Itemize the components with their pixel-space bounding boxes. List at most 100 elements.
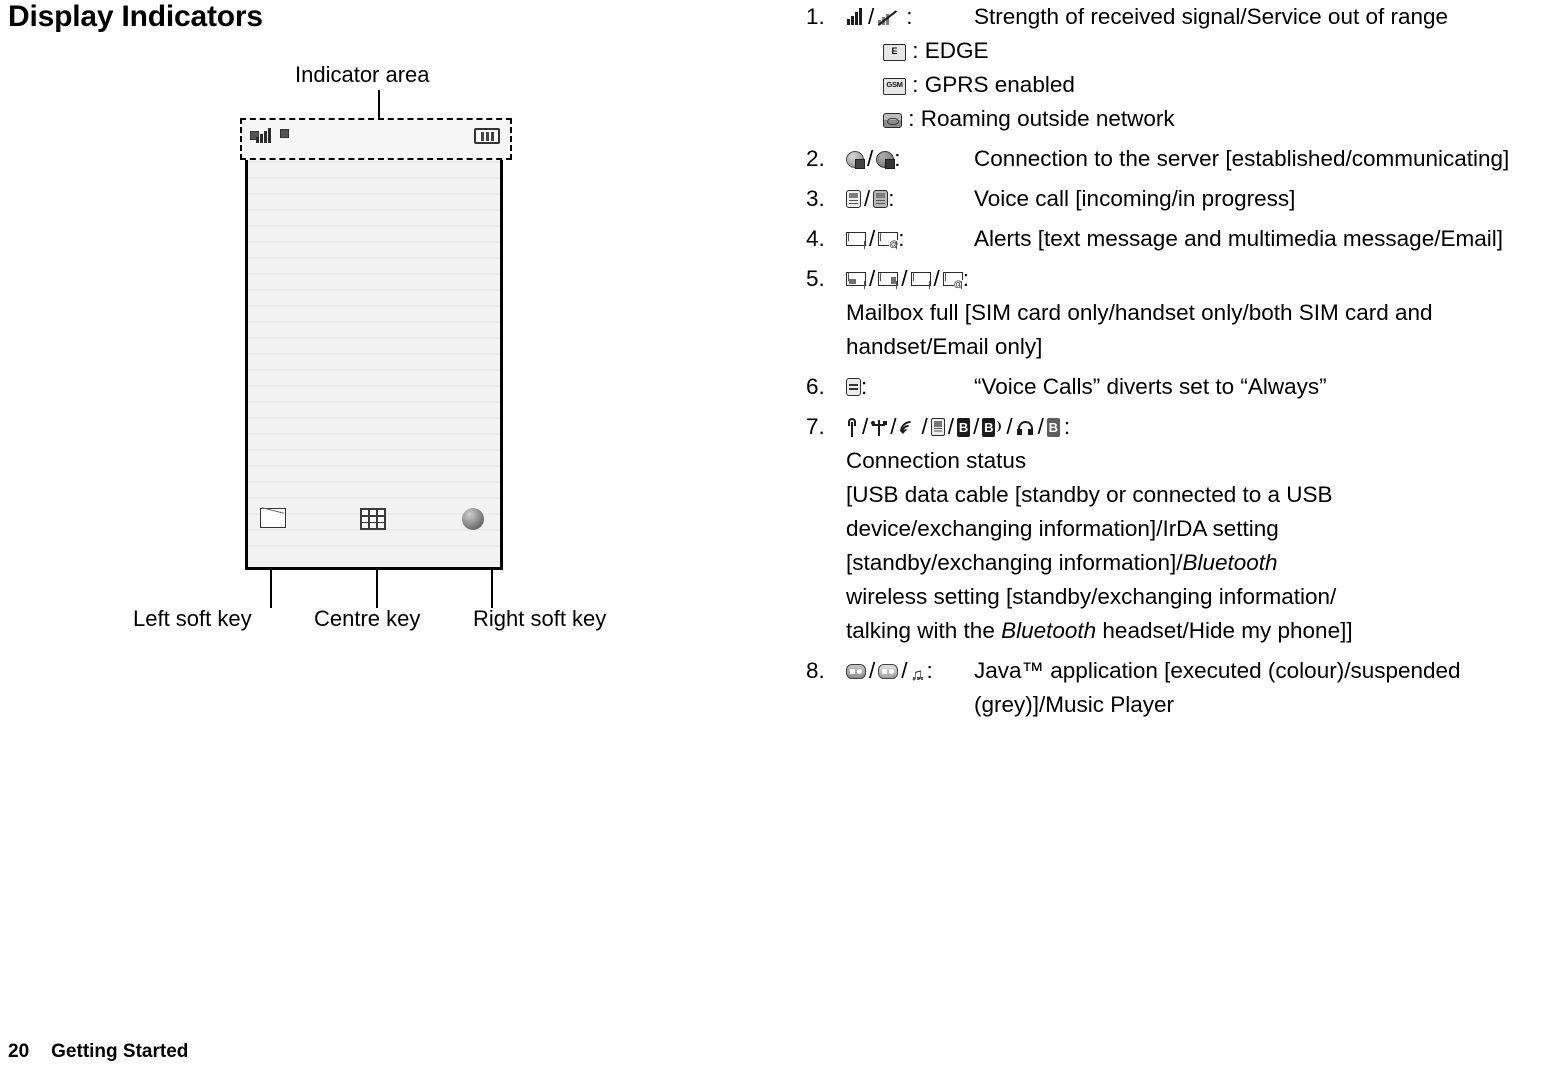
item-colon: : [926, 658, 933, 683]
item-glyphs: / : [846, 222, 974, 256]
item-description: Strength of received signal/Service out … [974, 4, 1449, 29]
glyph-separator: / [947, 414, 955, 439]
signal-strength-icon [256, 128, 271, 143]
desc-line: Connection status [846, 448, 1027, 473]
battery-icon [474, 128, 500, 144]
item-description: Java™ application [executed (colour)/sus… [974, 658, 1461, 717]
glyph-separator: / [867, 146, 874, 171]
glyph-separator: / [901, 266, 908, 291]
out-of-range-icon [877, 8, 896, 27]
item-glyphs: / / : [846, 654, 974, 692]
item-description: Alerts [text message and multimedia mess… [974, 226, 1503, 251]
roaming-icon [883, 112, 902, 128]
sub-item-roaming: : Roaming outside network [806, 102, 1554, 136]
grid-menu-icon [360, 508, 386, 530]
voice-call-incoming-icon [846, 190, 861, 208]
sub-item-label: : GPRS enabled [912, 72, 1075, 97]
desc-line: [USB data cable [standby or connected to… [846, 482, 1333, 507]
item-number: 3. [806, 186, 825, 211]
glyph-separator: / [1006, 414, 1013, 439]
glyph-separator: / [862, 414, 869, 439]
item-number: 1. [806, 4, 825, 29]
sub-item-label: : EDGE [912, 38, 989, 63]
item-number: 5. [806, 266, 825, 291]
glyph-separator: / [973, 414, 980, 439]
edge-indicator-box-icon [280, 129, 289, 138]
page-footer: 20 Getting Started [8, 1041, 188, 1063]
irda-standby-icon [895, 416, 925, 446]
screen-texture [248, 131, 500, 567]
indicator-area-icons [250, 124, 506, 154]
list-item-7: 7. / / / / / / / : [806, 410, 1554, 648]
item-glyphs: : [846, 370, 974, 404]
glyph-separator: / [869, 658, 876, 683]
italic-bluetooth: Bluetooth [1001, 618, 1097, 643]
circle-icon [462, 508, 484, 530]
server-connected-icon [846, 150, 865, 169]
email-alert-icon [878, 232, 899, 249]
message-alert-icon [846, 232, 866, 246]
item-glyphs: / : [846, 0, 974, 34]
item-glyphs: / / / / / / / : [846, 410, 1071, 446]
glyph-separator: / [869, 266, 876, 291]
glyph-separator: / [890, 414, 897, 439]
list-item-5: 5. / / / : Mailbox full [SIM card only/h… [806, 262, 1554, 364]
left-column: Display Indicators Indicator area Left s… [0, 0, 700, 1075]
glyph-separator: / [868, 4, 875, 29]
glyph-separator: / [921, 414, 928, 439]
item-glyphs: / : [846, 142, 974, 176]
indicator-list: 1. / : Strength of received signal/Servi… [806, 0, 1554, 722]
edge-tag-icon: E [883, 43, 906, 61]
list-item-4: 4. / : Alerts [text message and multimed… [806, 222, 1554, 256]
bluetooth-hide-phone-icon [1046, 417, 1060, 437]
glyph-separator: / [864, 186, 871, 211]
desc-line: device/exchanging information]/IrDA sett… [846, 516, 1279, 541]
item-number: 2. [806, 146, 825, 171]
footer-page-number: 20 [8, 1041, 30, 1062]
item-colon: : [898, 226, 905, 251]
item-number: 4. [806, 226, 825, 251]
item-colon: : [861, 374, 868, 399]
usb-connected-icon [871, 418, 888, 437]
list-item-1: 1. / : Strength of received signal/Servi… [806, 0, 1554, 34]
usb-standby-icon [846, 417, 859, 437]
desc-line: talking with the Bluetooth headset/Hide … [846, 618, 1353, 643]
caption-right-soft-key: Right soft key [473, 606, 607, 631]
glyph-separator: / [933, 266, 940, 291]
glyph-separator: / [1037, 414, 1044, 439]
desc-line: wireless setting [standby/exchanging inf… [846, 584, 1337, 609]
left-soft-key-leader-line [270, 570, 272, 608]
gprs-tag-icon: GSM [883, 77, 906, 95]
item-colon: : [1063, 414, 1071, 439]
mailbox-full-email-icon [942, 272, 963, 289]
sub-item-edge: E : EDGE [806, 34, 1554, 68]
item-number: 7. [806, 414, 825, 439]
item-description-block: Connection status [USB data cable [stand… [806, 444, 1554, 648]
list-item-8: 8. / / : Java™ application [executed (co… [806, 654, 1554, 722]
item-number: 8. [806, 658, 825, 683]
indicator-area-label: Indicator area [295, 62, 430, 87]
signal-strength-icon [846, 7, 865, 27]
server-communicating-icon [876, 150, 896, 169]
item-description: “Voice Calls” diverts set to “Always” [974, 374, 1327, 399]
music-player-icon [911, 658, 927, 692]
caption-left-soft-key: Left soft key [133, 606, 252, 631]
item-colon: : [962, 266, 970, 291]
bluetooth-standby-icon [957, 417, 971, 437]
call-divert-icon [846, 378, 861, 396]
item-description: Mailbox full [SIM card only/handset only… [846, 300, 1433, 359]
list-item-6: 6. : “Voice Calls” diverts set to “Alway… [806, 370, 1554, 404]
item-glyphs: / : [846, 182, 974, 216]
java-colour-icon [846, 663, 866, 679]
envelope-icon [260, 508, 286, 528]
list-item-2: 2. / : Connection to the server [establi… [806, 142, 1554, 176]
softkey-icon-row [248, 508, 500, 542]
irda-exchanging-icon [930, 418, 945, 436]
list-item-3: 3. / : Voice call [incoming/in progress] [806, 182, 1554, 216]
glyph-separator: / [869, 226, 876, 251]
item-colon: : [906, 4, 913, 29]
manual-page: Display Indicators Indicator area Left s… [0, 0, 1564, 1075]
item-number: 6. [806, 374, 825, 399]
footer-section: Getting Started [51, 1041, 189, 1062]
item-glyphs: / / / : [846, 262, 969, 296]
